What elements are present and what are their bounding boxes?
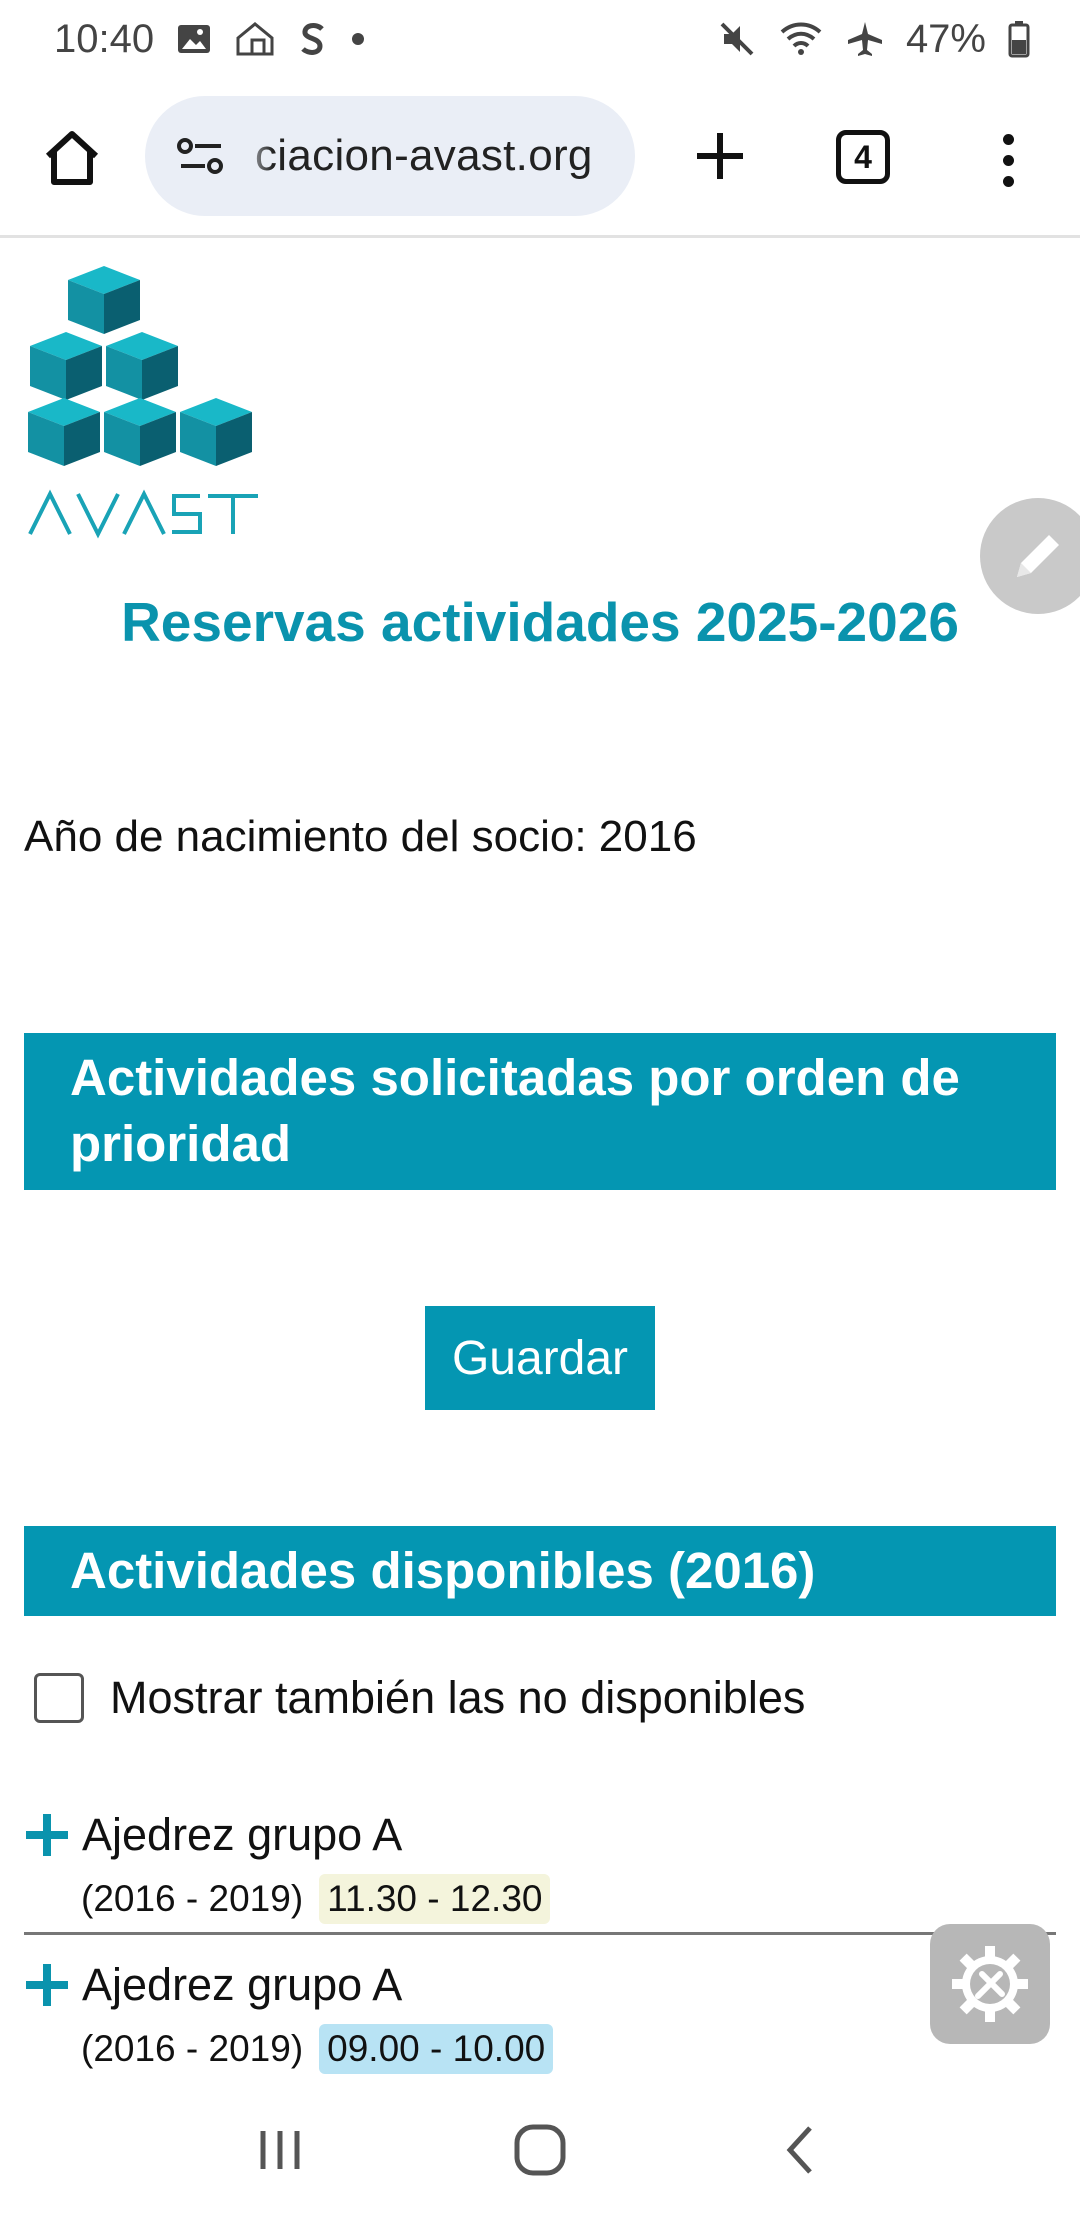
status-time: 10:40 — [54, 16, 155, 61]
wifi-icon — [778, 20, 824, 58]
add-activity-icon[interactable] — [24, 1962, 70, 2008]
show-unavailable-checkbox[interactable] — [34, 1673, 84, 1723]
status-right: 47% — [718, 17, 1030, 62]
activity-item: Ajedrez grupo A (2016 - 2019) 11.30 - 12… — [24, 1800, 1056, 1935]
gear-tools-icon — [952, 1946, 1028, 2022]
airplane-icon — [846, 20, 884, 58]
settings-tools-button[interactable] — [930, 1924, 1050, 2044]
recents-icon — [260, 2131, 300, 2169]
home-nav-icon — [514, 2124, 566, 2176]
activity-name: Ajedrez grupo A — [82, 1959, 403, 2010]
home-nav-button[interactable] — [500, 2110, 580, 2190]
available-activities-header: Actividades disponibles (2016) — [24, 1526, 1056, 1616]
s-icon — [298, 21, 328, 57]
activity-years: (2016 - 2019) — [81, 2028, 304, 2069]
tabs-button[interactable]: 4 — [836, 130, 890, 184]
plus-icon — [697, 133, 743, 179]
new-tab-button[interactable] — [680, 116, 760, 196]
battery-percent: 47% — [905, 16, 986, 61]
url-text[interactable]: ciacion-avast.org — [255, 131, 593, 181]
system-nav-bar — [0, 2080, 1080, 2220]
more-icon[interactable] — [980, 120, 1036, 200]
back-button[interactable] — [760, 2110, 840, 2190]
birth-year-text: Año de nacimiento del socio: 2016 — [24, 812, 697, 861]
show-unavailable-toggle[interactable]: Mostrar también las no disponibles — [34, 1672, 805, 1724]
activity-name: Ajedrez grupo A — [82, 1809, 403, 1860]
site-settings-icon[interactable] — [167, 134, 237, 178]
activity-time: 09.00 - 10.00 — [319, 2024, 554, 2074]
avast-logo — [24, 262, 264, 542]
image-icon — [176, 21, 212, 57]
battery-icon — [1008, 20, 1030, 58]
back-icon — [786, 2126, 812, 2174]
activity-time: 11.30 - 12.30 — [319, 1874, 551, 1924]
page-title: Reservas actividades 2025-2026 — [121, 591, 959, 653]
status-left: 10:40 — [54, 17, 366, 62]
home-button[interactable] — [34, 120, 110, 196]
show-unavailable-label: Mostrar también las no disponibles — [110, 1672, 806, 1723]
home-icon — [45, 131, 99, 185]
dot-icon — [350, 31, 366, 47]
recents-button[interactable] — [240, 2110, 320, 2190]
activity-years: (2016 - 2019) — [81, 1878, 304, 1919]
add-activity-icon[interactable] — [24, 1812, 70, 1858]
url-bar[interactable]: ciacion-avast.org — [145, 96, 635, 216]
tab-count: 4 — [854, 138, 872, 175]
home-device-icon — [234, 20, 276, 58]
requested-activities-header: Actividades solicitadas por orden de pri… — [24, 1033, 1056, 1190]
mute-icon — [718, 20, 756, 58]
save-button[interactable]: Guardar — [425, 1306, 655, 1410]
browser-toolbar: ciacion-avast.org 4 — [0, 80, 1080, 238]
activity-item: Ajedrez grupo A (2016 - 2019) 09.00 - 10… — [24, 1950, 1056, 2074]
status-bar: 10:40 47% — [0, 0, 1080, 78]
url-fade — [237, 96, 273, 216]
pencil-icon — [1017, 535, 1059, 577]
logo-cubes — [28, 266, 252, 466]
